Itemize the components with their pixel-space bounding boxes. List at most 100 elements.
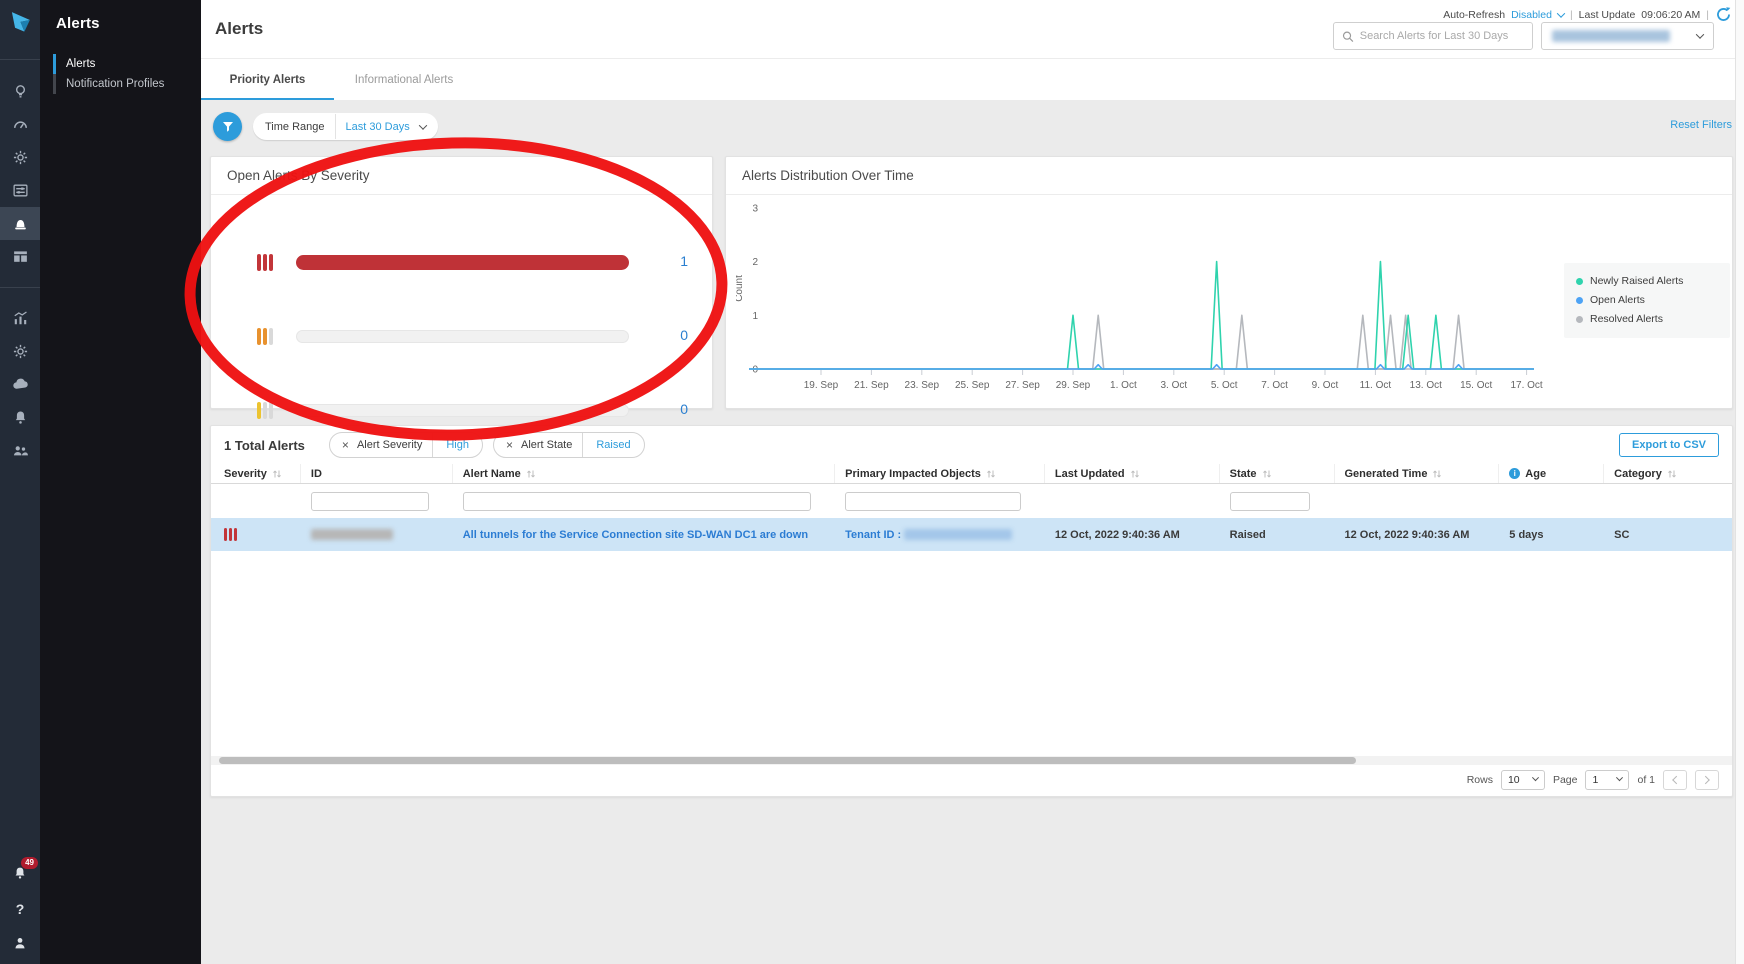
tenant-id-link[interactable]: Tenant ID : — [845, 529, 904, 541]
account-dropdown[interactable] — [1541, 22, 1714, 50]
chevron-down-icon[interactable] — [1557, 9, 1565, 17]
column-header-state[interactable]: State — [1220, 464, 1335, 483]
close-icon[interactable]: × — [494, 438, 521, 452]
table-row[interactable]: All tunnels for the Service Connection s… — [211, 518, 1732, 551]
sort-icon — [1130, 469, 1140, 479]
auto-refresh-value[interactable]: Disabled — [1511, 9, 1552, 21]
filter-cell-last_updated — [1045, 484, 1220, 518]
severity-row-low[interactable]: 0 — [211, 400, 712, 422]
vertical-scrollbar-track[interactable] — [1735, 0, 1744, 964]
notifications-bell-button[interactable]: 49 — [0, 858, 40, 892]
user-profile-button[interactable] — [0, 926, 40, 960]
filter-input-id[interactable] — [311, 492, 429, 511]
rail-item-gauge[interactable] — [0, 108, 40, 141]
legend-item[interactable]: Open Alerts — [1576, 291, 1718, 310]
icon-rail: 49 ? — [0, 0, 40, 964]
reset-filters-link[interactable]: Reset Filters — [1670, 119, 1732, 131]
rail-item-gear-alt[interactable] — [0, 335, 40, 368]
sidebar-item-alerts[interactable]: Alerts — [53, 54, 201, 74]
search-input[interactable] — [1360, 30, 1524, 42]
last-update-value: 09:06:20 AM — [1641, 9, 1700, 21]
filter-input-alert_name[interactable] — [463, 492, 811, 511]
svg-text:15. Oct: 15. Oct — [1460, 380, 1492, 391]
rail-item-sliders[interactable] — [0, 174, 40, 207]
rail-item-cloud[interactable] — [0, 368, 40, 401]
column-header-primary_impacted[interactable]: Primary Impacted Objects — [835, 464, 1045, 483]
page-title: Alerts — [215, 19, 263, 39]
horizontal-scrollbar-thumb[interactable] — [219, 757, 1356, 764]
top-bar: Alerts Auto-Refresh Disabled | Last Upda… — [201, 0, 1744, 58]
svg-text:23. Sep: 23. Sep — [905, 380, 940, 391]
chevron-down-icon[interactable] — [418, 121, 426, 129]
previous-page-button[interactable] — [1663, 770, 1687, 790]
sort-icon — [526, 469, 536, 479]
chevron-down-icon — [1532, 774, 1539, 781]
cell-alert_name: All tunnels for the Service Connection s… — [453, 518, 835, 551]
sidebar-item-notification-profiles[interactable]: Notification Profiles — [53, 74, 201, 94]
analytics-icon — [12, 310, 29, 327]
pagination: Rows 10 Page 1 of 1 — [1467, 770, 1719, 790]
rail-item-siren[interactable] — [0, 207, 40, 240]
app-logo[interactable] — [0, 0, 40, 60]
user-icon — [12, 935, 28, 951]
svg-text:17. Oct: 17. Oct — [1510, 380, 1542, 391]
column-header-generated_time[interactable]: Generated Time — [1335, 464, 1500, 483]
svg-text:11. Oct: 11. Oct — [1360, 380, 1392, 391]
svg-text:13. Oct: 13. Oct — [1410, 380, 1442, 391]
help-button[interactable]: ? — [0, 892, 40, 926]
cell-age: 5 days — [1499, 518, 1604, 551]
refresh-icon[interactable] — [1715, 6, 1732, 23]
column-header-alert_name[interactable]: Alert Name — [453, 464, 835, 483]
sliders-icon — [12, 182, 29, 199]
rows-per-page-select[interactable]: 10 — [1501, 770, 1545, 790]
horizontal-scrollbar-track — [211, 756, 1732, 765]
column-header-last_updated[interactable]: Last Updated — [1045, 464, 1220, 483]
chip-value[interactable]: High — [433, 439, 482, 451]
severity-row-high[interactable]: 1 — [211, 252, 712, 274]
rail-item-lightbulb[interactable] — [0, 75, 40, 108]
svg-text:2: 2 — [752, 257, 758, 268]
chip-alert-severity: × Alert Severity High — [329, 432, 483, 458]
page-select[interactable]: 1 — [1585, 770, 1629, 790]
severity-row-medium[interactable]: 0 — [211, 326, 712, 348]
alert-name-link[interactable]: All tunnels for the Service Connection s… — [463, 529, 808, 541]
tab-informational-alerts[interactable]: Informational Alerts — [344, 59, 464, 101]
severity-bar-high — [296, 255, 629, 270]
rail-item-gear[interactable] — [0, 141, 40, 174]
column-header-severity[interactable]: Severity — [211, 464, 301, 483]
next-page-button[interactable] — [1695, 770, 1719, 790]
column-header-category[interactable]: Category — [1604, 464, 1732, 483]
chip-value[interactable]: Raised — [583, 439, 643, 451]
rail-item-users[interactable] — [0, 434, 40, 467]
legend-dot-icon — [1576, 297, 1583, 304]
time-range-value[interactable]: Last 30 Days — [346, 121, 410, 133]
legend-item[interactable]: Resolved Alerts — [1576, 310, 1718, 329]
rail-item-bell[interactable] — [0, 401, 40, 434]
cell-last_updated: 12 Oct, 2022 9:40:36 AM — [1045, 518, 1220, 551]
legend-dot-icon — [1576, 316, 1583, 323]
rail-item-layout-grid[interactable] — [0, 240, 40, 273]
table-header-row: SeverityIDAlert NamePrimary Impacted Obj… — [211, 464, 1732, 484]
svg-text:25. Sep: 25. Sep — [955, 380, 990, 391]
filter-input-state[interactable] — [1230, 492, 1311, 511]
cell-generated_time: 12 Oct, 2022 9:40:36 AM — [1335, 518, 1500, 551]
auto-refresh-label: Auto-Refresh — [1443, 9, 1505, 21]
filter-button[interactable] — [213, 112, 242, 141]
notification-count-badge: 49 — [21, 857, 38, 869]
main-area: Alerts Auto-Refresh Disabled | Last Upda… — [201, 0, 1744, 964]
severity-bar-medium — [296, 330, 629, 343]
siren-icon — [12, 215, 29, 232]
filter-input-primary_impacted[interactable] — [845, 492, 1021, 511]
export-csv-button[interactable]: Export to CSV — [1619, 433, 1719, 457]
table-toolbar: 1 Total Alerts × Alert Severity High × A… — [211, 426, 1732, 464]
cell-state: Raised — [1220, 518, 1335, 551]
close-icon[interactable]: × — [330, 438, 357, 452]
tab-priority-alerts[interactable]: Priority Alerts — [201, 59, 334, 101]
filter-cell-state — [1220, 484, 1335, 518]
redacted-tenant-id — [904, 529, 1012, 540]
rail-item-analytics[interactable] — [0, 302, 40, 335]
time-range-filter[interactable]: Time Range Last 30 Days — [253, 113, 438, 140]
alerts-search[interactable] — [1333, 22, 1533, 50]
chevron-left-icon — [1672, 776, 1680, 784]
legend-item[interactable]: Newly Raised Alerts — [1576, 272, 1718, 291]
